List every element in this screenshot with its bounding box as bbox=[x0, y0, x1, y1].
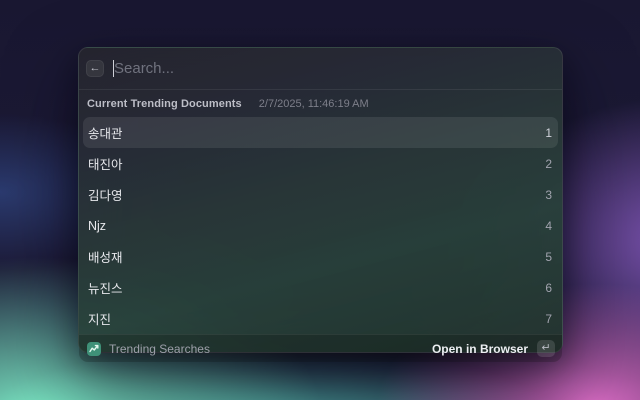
result-label: Njz bbox=[88, 218, 107, 233]
open-in-browser-button[interactable]: Open in Browser bbox=[432, 342, 528, 356]
results-list: 송대관 1 태진아 2 김다영 3 Njz 4 배성재 5 뉴진스 6 지진 7 bbox=[79, 115, 562, 334]
section-timestamp: 2/7/2025, 11:46:19 AM bbox=[258, 98, 369, 110]
section-title: Current Trending Documents bbox=[87, 98, 242, 110]
result-rank: 1 bbox=[545, 125, 552, 140]
result-rank: 2 bbox=[545, 156, 552, 171]
result-label: 배성재 bbox=[88, 251, 123, 265]
search-input[interactable] bbox=[114, 58, 551, 79]
result-rank: 5 bbox=[545, 249, 552, 264]
result-row[interactable]: 배성재 5 bbox=[83, 241, 558, 272]
result-rank: 4 bbox=[545, 218, 552, 233]
result-label: 송대관 bbox=[88, 127, 123, 141]
back-icon: ← bbox=[89, 62, 101, 74]
enter-key-hint[interactable]: ↵ bbox=[537, 340, 555, 357]
result-row[interactable]: 지진 7 bbox=[83, 303, 558, 334]
back-button[interactable]: ← bbox=[86, 60, 104, 77]
search-bar: ← bbox=[79, 48, 562, 90]
result-label: 지진 bbox=[88, 313, 112, 327]
enter-key-icon: ↵ bbox=[541, 342, 551, 354]
footer-bar: Trending Searches Open in Browser ↵ bbox=[79, 334, 562, 362]
search-input-wrap bbox=[113, 58, 551, 79]
source-label: Trending Searches bbox=[109, 341, 210, 356]
result-row[interactable]: 김다영 3 bbox=[83, 179, 558, 210]
text-cursor bbox=[113, 59, 114, 77]
result-row[interactable]: 뉴진스 6 bbox=[83, 272, 558, 303]
result-rank: 3 bbox=[545, 187, 552, 202]
section-header: Current Trending Documents 2/7/2025, 11:… bbox=[79, 90, 562, 115]
result-row[interactable]: Njz 4 bbox=[83, 210, 558, 241]
result-rank: 6 bbox=[545, 280, 552, 295]
result-label: 뉴진스 bbox=[88, 282, 123, 296]
result-row[interactable]: 태진아 2 bbox=[83, 148, 558, 179]
trending-chart-icon bbox=[87, 341, 101, 356]
result-rank: 7 bbox=[545, 311, 552, 326]
result-label: 김다영 bbox=[88, 189, 123, 203]
result-label: 태진아 bbox=[88, 158, 123, 172]
launcher-window: ← Current Trending Documents 2/7/2025, 1… bbox=[78, 47, 563, 362]
result-row[interactable]: 송대관 1 bbox=[83, 117, 558, 148]
